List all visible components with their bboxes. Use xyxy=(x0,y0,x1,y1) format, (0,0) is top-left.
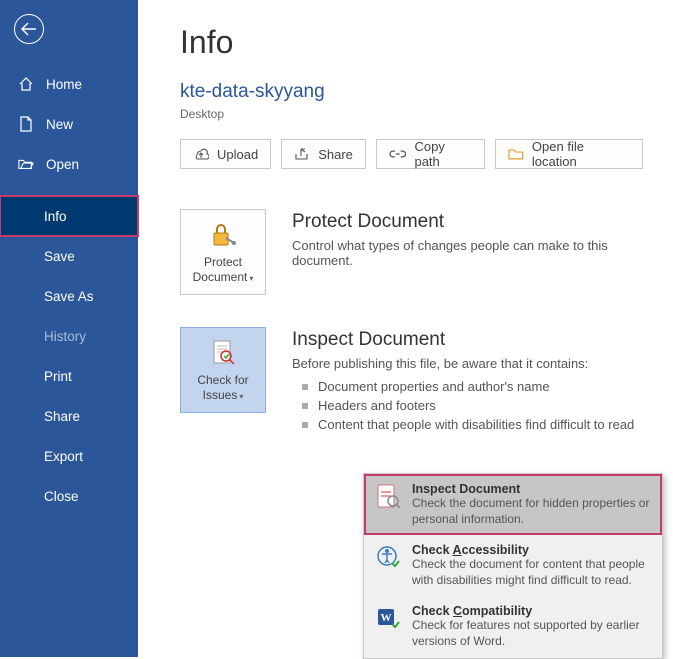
dropdown-check-accessibility[interactable]: Check Accessibility Check the document f… xyxy=(364,535,662,596)
chevron-down-icon: ▾ xyxy=(239,392,243,401)
dropdown-check-compatibility[interactable]: W Check Compatibility Check for features… xyxy=(364,596,662,657)
nav-saveas[interactable]: Save As xyxy=(0,276,138,316)
nav-close[interactable]: Close xyxy=(0,476,138,516)
upload-icon xyxy=(193,147,209,161)
inspect-title: Inspect Document xyxy=(292,329,643,351)
nav-label: Info xyxy=(44,209,67,224)
action-label: Open file location xyxy=(532,139,630,169)
dropdown-item-title: Inspect Document xyxy=(412,482,652,496)
check-issues-dropdown: Inspect Document Check the document for … xyxy=(363,473,663,659)
protect-document-button[interactable]: ProtectDocument▾ xyxy=(180,209,266,295)
upload-button[interactable]: Upload xyxy=(180,139,271,169)
action-row: Upload Share Copy path Open file locatio… xyxy=(180,139,643,169)
action-label: Share xyxy=(318,147,353,162)
chevron-down-icon: ▾ xyxy=(249,274,253,283)
nav-label: Save xyxy=(44,249,75,264)
nav-label: Share xyxy=(44,409,80,424)
protect-title: Protect Document xyxy=(292,211,643,233)
dropdown-item-title: Check Compatibility xyxy=(412,604,652,618)
document-location: Desktop xyxy=(180,107,643,121)
nav-save[interactable]: Save xyxy=(0,236,138,276)
link-icon xyxy=(389,149,407,159)
nav-share[interactable]: Share xyxy=(0,396,138,436)
arrow-left-icon xyxy=(21,22,37,36)
share-icon xyxy=(294,147,310,161)
nav-new[interactable]: New xyxy=(0,104,138,144)
nav-history: History xyxy=(0,316,138,356)
nav-label: Close xyxy=(44,489,79,504)
home-icon xyxy=(18,76,34,92)
open-folder-icon xyxy=(18,156,34,172)
bullet-item: Headers and footers xyxy=(296,396,643,415)
nav-label: Print xyxy=(44,369,72,384)
svg-text:W: W xyxy=(381,612,392,624)
nav-label: Export xyxy=(44,449,83,464)
dropdown-item-desc: Check the document for hidden properties… xyxy=(412,496,652,527)
back-button[interactable] xyxy=(14,14,44,44)
backstage-sidebar: Home New Open Info Save Save As History … xyxy=(0,0,138,657)
folder-icon xyxy=(508,148,524,160)
dropdown-item-desc: Check for features not supported by earl… xyxy=(412,618,652,649)
nav-print[interactable]: Print xyxy=(0,356,138,396)
nav-label: New xyxy=(46,117,73,132)
protect-section: ProtectDocument▾ Protect Document Contro… xyxy=(180,209,643,295)
nav-home[interactable]: Home xyxy=(0,64,138,104)
lock-icon xyxy=(208,220,238,250)
nav-label: Home xyxy=(46,77,82,92)
nav-export[interactable]: Export xyxy=(0,436,138,476)
main-panel: Info kte-data-skyyang Desktop Upload Sha… xyxy=(138,0,673,657)
inspect-bullets: Document properties and author's name He… xyxy=(296,377,643,434)
inspect-doc-icon xyxy=(208,338,238,368)
bullet-item: Document properties and author's name xyxy=(296,377,643,396)
document-name[interactable]: kte-data-skyyang xyxy=(180,81,643,103)
dropdown-inspect-document[interactable]: Inspect Document Check the document for … xyxy=(364,474,662,535)
page-title: Info xyxy=(180,24,643,61)
nav-label: Save As xyxy=(44,289,94,304)
share-button[interactable]: Share xyxy=(281,139,366,169)
dropdown-item-desc: Check the document for content that peop… xyxy=(412,557,652,588)
nav-open[interactable]: Open xyxy=(0,144,138,184)
accessibility-icon xyxy=(374,543,402,571)
nav-info[interactable]: Info xyxy=(0,196,138,236)
word-compat-icon: W xyxy=(374,604,402,632)
open-location-button[interactable]: Open file location xyxy=(495,139,643,169)
copy-path-button[interactable]: Copy path xyxy=(376,139,485,169)
action-label: Copy path xyxy=(414,139,472,169)
bullet-item: Content that people with disabilities fi… xyxy=(296,415,643,434)
dropdown-item-title: Check Accessibility xyxy=(412,543,652,557)
new-doc-icon xyxy=(18,116,34,132)
inspect-desc: Before publishing this file, be aware th… xyxy=(292,356,643,371)
check-for-issues-button[interactable]: Check forIssues▾ xyxy=(180,327,266,413)
inspect-section: Check forIssues▾ Inspect Document Before… xyxy=(180,327,643,434)
protect-desc: Control what types of changes people can… xyxy=(292,238,643,268)
nav-label: History xyxy=(44,329,86,344)
action-label: Upload xyxy=(217,147,258,162)
nav-label: Open xyxy=(46,157,79,172)
inspect-doc-icon xyxy=(374,482,402,510)
